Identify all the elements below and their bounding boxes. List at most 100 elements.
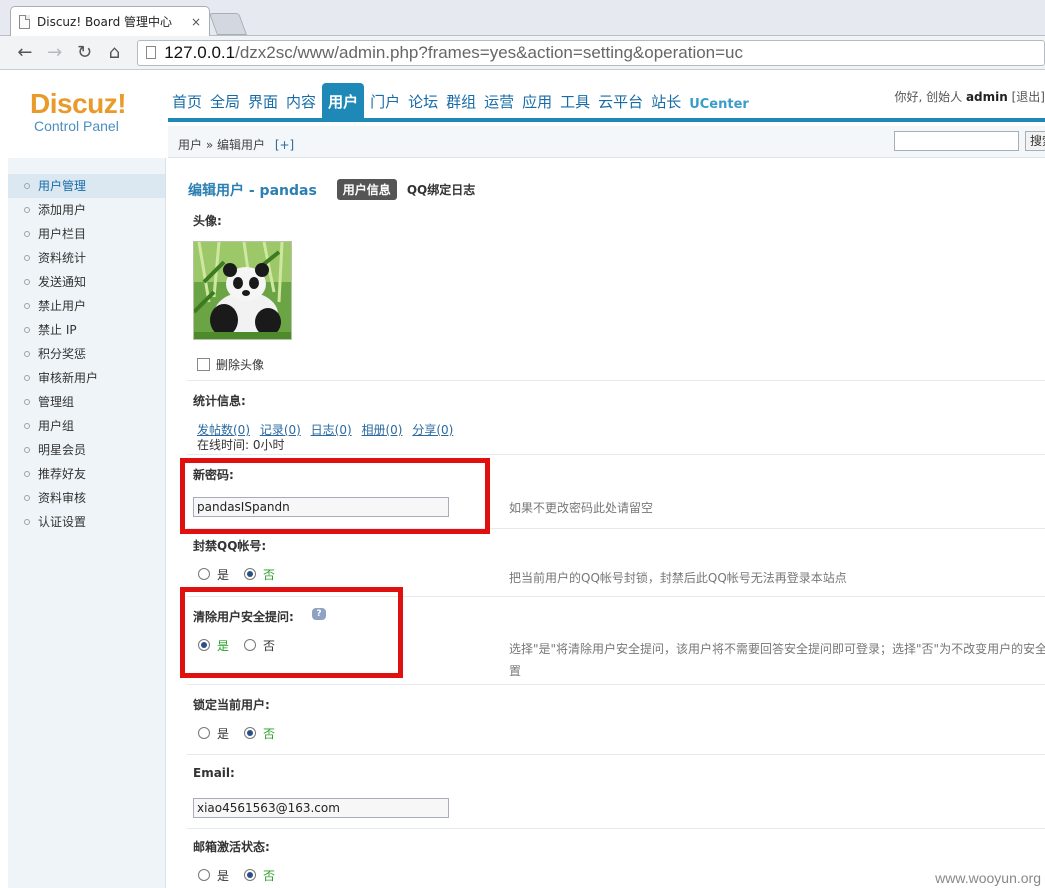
nav-ucenter[interactable]: UCenter [685, 97, 753, 118]
stat-posts-link[interactable]: 发帖数(0) [197, 423, 250, 437]
email-status-yes-label: 是 [217, 869, 230, 883]
bullet-icon [24, 255, 30, 261]
breadcrumb-add-button[interactable]: [+] [275, 138, 294, 152]
sidebar-item-ban-ip[interactable]: 禁止 IP [8, 318, 165, 342]
breadcrumb-text: 用户 » 编辑用户 [178, 138, 265, 152]
sidebar-item-credits[interactable]: 积分奖惩 [8, 342, 165, 366]
highlight-box-password [180, 458, 490, 534]
ban-qq-yes-label: 是 [217, 568, 230, 582]
tab-qq-bind-log[interactable]: QQ绑定日志 [407, 181, 475, 198]
sidebar-item-label: 管理组 [38, 395, 75, 409]
email-status-yes-radio[interactable] [198, 869, 210, 881]
sidebar-item-admin-group[interactable]: 管理组 [8, 390, 165, 414]
email-status-label: 邮箱激活状态: [193, 840, 270, 854]
browser-tab[interactable]: Discuz! Board 管理中心 × [10, 6, 210, 36]
new-tab-button[interactable] [208, 13, 248, 35]
lock-user-no-radio[interactable] [244, 727, 256, 739]
tab-title: Discuz! Board 管理中心 [37, 15, 173, 29]
lock-user-no-label: 否 [263, 727, 276, 741]
sidebar-item-label: 资料统计 [38, 251, 87, 265]
sidebar-item-user-manage[interactable]: 用户管理 [8, 174, 165, 198]
email-status-no-label: 否 [263, 869, 276, 883]
home-icon[interactable]: ⌂ [101, 40, 127, 66]
email-label: Email: [193, 766, 235, 780]
ban-qq-no-label: 否 [263, 568, 276, 582]
sidebar-item-ban-user[interactable]: 禁止用户 [8, 294, 165, 318]
nav-home[interactable]: 首页 [168, 91, 206, 118]
logout-link[interactable]: [退出] [1012, 90, 1045, 104]
search-input[interactable] [894, 131, 1019, 151]
sidebar-item-label: 推荐好友 [38, 467, 87, 481]
back-arrow-icon[interactable]: ← [12, 40, 38, 66]
divider [187, 684, 1045, 685]
email-field[interactable] [193, 798, 449, 818]
sidebar-item-label: 审核新用户 [38, 371, 99, 385]
forward-arrow-icon[interactable]: → [42, 40, 68, 66]
bullet-icon [24, 183, 30, 189]
sidebar-item-user-fields[interactable]: 用户栏目 [8, 222, 165, 246]
nav-apps[interactable]: 应用 [518, 91, 556, 118]
sidebar-item-label: 资料审核 [38, 491, 87, 505]
ban-qq-no-radio[interactable] [244, 568, 256, 580]
nav-tools[interactable]: 工具 [556, 91, 594, 118]
sidebar-item-star-members[interactable]: 明星会员 [8, 438, 165, 462]
nav-operation[interactable]: 运营 [480, 91, 518, 118]
sidebar-item-label: 禁止 IP [38, 323, 77, 337]
discuz-logo[interactable]: Discuz! Control Panel [30, 88, 127, 134]
sidebar-item-moderate-new[interactable]: 审核新用户 [8, 366, 165, 390]
delete-avatar-checkbox[interactable] [197, 358, 210, 371]
bullet-icon [24, 495, 30, 501]
reload-icon[interactable]: ↻ [72, 40, 98, 66]
nav-user[interactable]: 用户 [322, 83, 365, 118]
sidebar-item-add-user[interactable]: 添加用户 [8, 198, 165, 222]
nav-group[interactable]: 群组 [442, 91, 480, 118]
browser-tabbar: Discuz! Board 管理中心 × [0, 0, 1045, 36]
lock-user-yes-label: 是 [217, 727, 230, 741]
highlight-box-security [180, 587, 403, 678]
stat-share-link[interactable]: 分享(0) [412, 423, 453, 437]
divider [187, 828, 1045, 829]
sidebar-item-verify-settings[interactable]: 认证设置 [8, 510, 165, 534]
sub-bar: 用户 » 编辑用户 [+] 搜索 [168, 126, 1045, 158]
nav-global[interactable]: 全局 [206, 91, 244, 118]
divider [187, 380, 1045, 381]
stat-records-link[interactable]: 记录(0) [260, 423, 301, 437]
address-bar[interactable]: 127.0.0.1/dzx2sc/www/admin.php?frames=ye… [137, 39, 1045, 66]
nav-style[interactable]: 界面 [244, 91, 282, 118]
nav-portal[interactable]: 门户 [366, 91, 404, 118]
stat-blog-link[interactable]: 日志(0) [311, 423, 352, 437]
bullet-icon [24, 303, 30, 309]
stat-album-link[interactable]: 相册(0) [361, 423, 402, 437]
close-icon[interactable]: × [191, 15, 201, 29]
sidebar-item-label: 明星会员 [38, 443, 87, 457]
sidebar-item-recommend-friends[interactable]: 推荐好友 [8, 462, 165, 486]
page-header: 编辑用户 - pandas 用户信息 QQ绑定日志 [188, 179, 475, 200]
email-status-no-radio[interactable] [244, 869, 256, 881]
bullet-icon [24, 207, 30, 213]
search-button[interactable]: 搜索 [1025, 131, 1045, 151]
sidebar-item-user-group[interactable]: 用户组 [8, 414, 165, 438]
logo-main: Discuz! [30, 88, 127, 119]
sidebar-item-profile-stats[interactable]: 资料统计 [8, 246, 165, 270]
lock-user-yes-radio[interactable] [198, 727, 210, 739]
page-icon [19, 14, 30, 29]
sidebar-item-profile-review[interactable]: 资料审核 [8, 486, 165, 510]
bullet-icon [24, 399, 30, 405]
clear-security-hint: 选择"是"将清除用户安全提问，该用户将不需要回答安全提问即可登录；选择"否"为不… [509, 642, 1045, 656]
sidebar-item-label: 添加用户 [38, 203, 87, 217]
sidebar-item-send-notice[interactable]: 发送通知 [8, 270, 165, 294]
avatar-label: 头像: [193, 214, 222, 228]
user-info: 你好, 创始人 admin [退出] [894, 88, 1045, 105]
nav-forum[interactable]: 论坛 [404, 91, 442, 118]
clear-security-hint-continued: 置 [509, 664, 522, 678]
nav-content[interactable]: 内容 [282, 91, 320, 118]
nav-webmaster[interactable]: 站长 [647, 91, 685, 118]
sidebar-item-label: 禁止用户 [38, 299, 87, 313]
nav-cloud[interactable]: 云平台 [594, 91, 647, 118]
ban-qq-yes-radio[interactable] [198, 568, 210, 580]
bullet-icon [24, 279, 30, 285]
tab-user-info[interactable]: 用户信息 [336, 179, 397, 200]
username: admin [965, 90, 1008, 104]
sidebar-item-label: 认证设置 [38, 515, 87, 529]
sidebar: 用户管理 添加用户 用户栏目 资料统计 发送通知 禁止用户 禁止 IP 积分奖惩… [8, 158, 166, 888]
